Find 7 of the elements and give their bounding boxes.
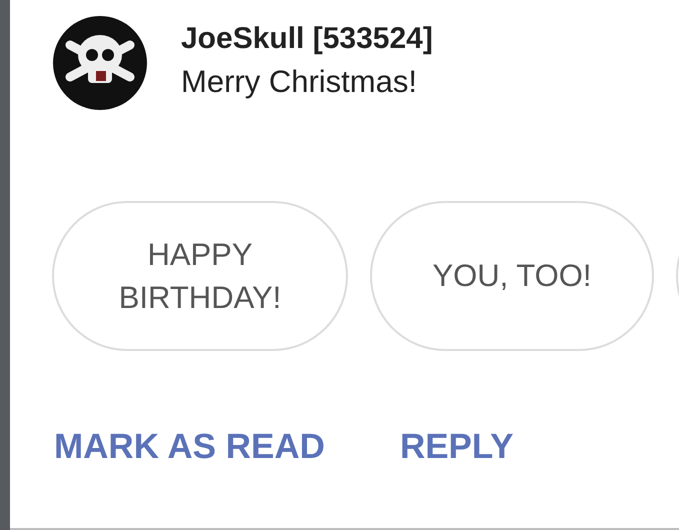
- skull-avatar-icon: [52, 15, 148, 111]
- quick-reply-chip[interactable]: YOU, TOO!: [370, 201, 654, 351]
- message-text: Merry Christmas!: [181, 64, 418, 100]
- quick-reply-chip[interactable]: HAPPY BIRTHDAY!: [52, 201, 348, 351]
- action-button[interactable]: REPLY: [400, 427, 514, 467]
- sender-name: JoeSkull [533524]: [181, 22, 433, 56]
- action-button[interactable]: MARK AS READ: [54, 427, 325, 467]
